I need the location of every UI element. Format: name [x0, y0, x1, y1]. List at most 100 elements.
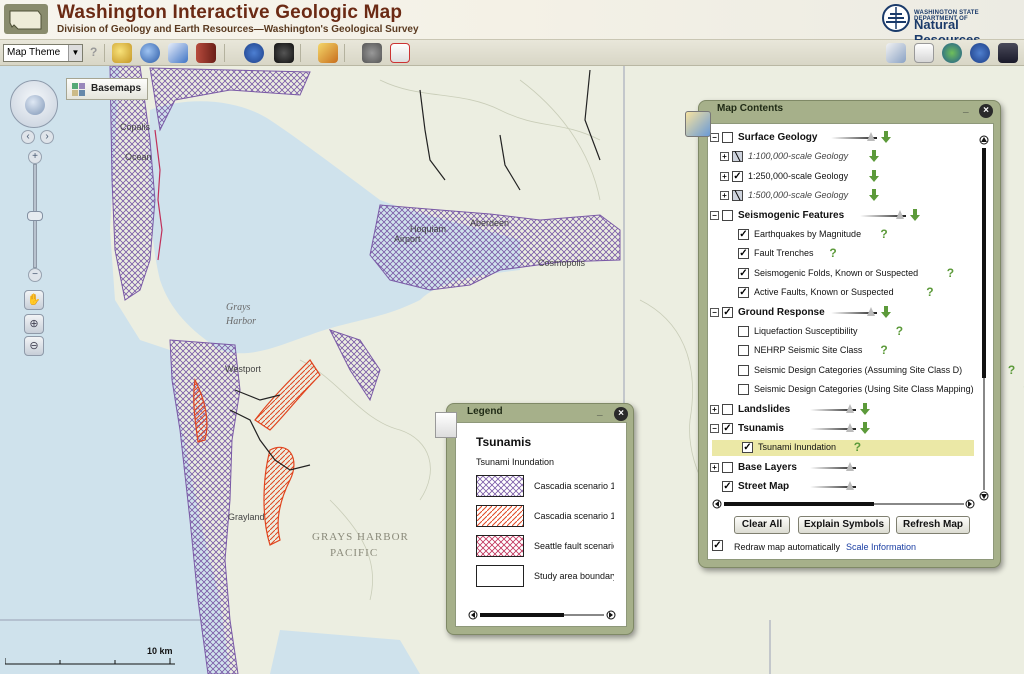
expand-icon[interactable]: +: [720, 152, 729, 162]
globe-icon[interactable]: [942, 43, 962, 63]
layer-row[interactable]: + Base Layers: [708, 460, 974, 476]
slider-handle[interactable]: [866, 132, 875, 141]
layer-checkbox[interactable]: [722, 209, 733, 221]
layer-help-icon[interactable]: ?: [947, 266, 954, 280]
layer-checkbox[interactable]: ✓: [742, 442, 753, 454]
expand-icon[interactable]: +: [710, 462, 719, 472]
identify-info-icon[interactable]: [244, 43, 264, 63]
expand-icon[interactable]: +: [720, 191, 729, 201]
opacity-slider[interactable]: [830, 306, 877, 316]
layer-checkbox[interactable]: ✓: [722, 423, 733, 434]
download-arrow-icon[interactable]: [869, 150, 880, 163]
layer-row[interactable]: ✓ Seismogenic Folds, Known or Suspected?: [708, 266, 974, 282]
slider-handle[interactable]: [846, 423, 854, 432]
layer-row[interactable]: ✓ Fault Trenches?: [708, 246, 974, 262]
layer-row[interactable]: + ✓ 1:250,000-scale Geology: [708, 169, 974, 185]
layer-checkbox[interactable]: [738, 364, 749, 376]
clear-all-button[interactable]: Clear All: [734, 516, 790, 534]
download-arrow-icon[interactable]: [880, 305, 891, 318]
layer-help-icon[interactable]: ?: [896, 324, 903, 338]
layer-help-icon[interactable]: ?: [854, 440, 861, 454]
binoculars-icon[interactable]: [274, 43, 294, 63]
download-arrow-icon[interactable]: [860, 402, 870, 415]
layer-row[interactable]: NEHRP Seismic Site Class?: [708, 343, 974, 359]
globe-search-icon[interactable]: [140, 43, 160, 63]
layer-row[interactable]: − Seismogenic Features: [708, 208, 974, 224]
download-arrow-icon[interactable]: [880, 131, 891, 143]
opacity-slider[interactable]: [810, 423, 856, 432]
book-icon[interactable]: [196, 43, 216, 63]
map-theme-select[interactable]: Map Theme ▼: [3, 44, 83, 62]
layer-row[interactable]: ✓ Tsunami Inundation?: [712, 440, 974, 457]
explain-symbols-button[interactable]: Explain Symbols: [798, 516, 890, 534]
layer-row[interactable]: − Surface Geology: [708, 130, 974, 146]
opacity-slider[interactable]: [810, 461, 856, 471]
layer-help-icon[interactable]: ?: [926, 285, 933, 299]
pan-hand-icon[interactable]: ✋: [24, 290, 44, 310]
slider-handle[interactable]: [866, 306, 875, 316]
opacity-slider[interactable]: [860, 209, 906, 219]
measure-ruler-icon[interactable]: [318, 43, 338, 63]
legend-close-button[interactable]: ×: [614, 407, 628, 421]
layer-checkbox[interactable]: ✓: [722, 306, 733, 318]
map-contents-panel[interactable]: Map Contents _ × − Surface Geology + ╲ 1:100…: [685, 100, 1024, 568]
layer-checkbox[interactable]: ✓: [738, 267, 749, 279]
print-icon[interactable]: [886, 43, 906, 63]
contents-vertical-scrollbar[interactable]: [978, 134, 990, 504]
redraw-checkbox[interactable]: ✓: [712, 540, 723, 551]
layer-checkbox[interactable]: [722, 461, 733, 473]
theme-help-icon[interactable]: ?: [90, 45, 97, 59]
find-place-icon[interactable]: [112, 43, 132, 63]
opacity-slider[interactable]: [810, 403, 856, 413]
layer-checkbox[interactable]: ╲: [732, 151, 743, 163]
layer-row[interactable]: ✓ Street Map: [708, 479, 974, 495]
exit-door-icon[interactable]: [998, 43, 1018, 63]
zoom-box-out-icon[interactable]: ⊖: [24, 336, 44, 356]
scale-information-link[interactable]: Scale Information: [846, 542, 916, 552]
download-arrow-icon[interactable]: [869, 169, 880, 182]
layer-checkbox[interactable]: ╲: [732, 190, 743, 202]
contents-minimize-button[interactable]: _: [963, 103, 969, 114]
collapse-icon[interactable]: −: [710, 307, 719, 317]
expand-icon[interactable]: +: [710, 404, 719, 414]
help-icon[interactable]: [970, 43, 990, 63]
slider-handle[interactable]: [846, 461, 854, 471]
layer-row[interactable]: + ╲ 1:100,000-scale Geology: [708, 149, 974, 165]
contents-close-button[interactable]: ×: [979, 104, 993, 118]
layer-row[interactable]: − ✓ Ground Response: [708, 305, 974, 321]
layer-checkbox[interactable]: ✓: [732, 170, 743, 182]
collapse-icon[interactable]: −: [710, 424, 719, 433]
layer-checkbox[interactable]: ✓: [722, 481, 733, 493]
slider-handle[interactable]: [896, 209, 904, 219]
download-arrow-icon[interactable]: [869, 189, 880, 202]
layer-help-icon[interactable]: ?: [1008, 363, 1015, 377]
layer-help-icon[interactable]: ?: [880, 343, 887, 357]
layer-checkbox[interactable]: [722, 403, 733, 415]
pan-control[interactable]: [10, 80, 58, 128]
legend-horizontal-scrollbar[interactable]: [468, 609, 616, 621]
contents-horizontal-scrollbar[interactable]: [712, 498, 976, 510]
layer-checkbox[interactable]: [738, 345, 749, 357]
pdf-export-icon[interactable]: [390, 43, 410, 63]
layer-row[interactable]: ✓ Active Faults, Known or Suspected?: [708, 285, 974, 301]
legend-panel[interactable]: Legend _ × Tsunamis Tsunami Inundation C…: [435, 403, 634, 635]
layer-checkbox[interactable]: ✓: [738, 287, 749, 299]
zoom-out-icon[interactable]: −: [28, 268, 42, 282]
layer-row[interactable]: + Landslides: [708, 402, 974, 418]
refresh-map-button[interactable]: Refresh Map: [896, 516, 970, 534]
layer-help-icon[interactable]: ?: [880, 227, 887, 241]
bookmark-icon[interactable]: [168, 43, 188, 63]
layer-row[interactable]: − ✓ Tsunamis: [708, 421, 974, 437]
collapse-icon[interactable]: −: [710, 133, 719, 142]
document-icon[interactable]: [914, 43, 934, 63]
legend-minimize-button[interactable]: _: [597, 406, 603, 417]
pan-left-icon[interactable]: ‹: [21, 130, 35, 144]
zoom-in-icon[interactable]: +: [28, 150, 42, 164]
layer-checkbox[interactable]: [738, 326, 749, 337]
camera-icon[interactable]: [362, 43, 382, 63]
layer-row[interactable]: Liquefaction Susceptibility?: [708, 324, 974, 340]
layer-checkbox[interactable]: [738, 384, 749, 396]
slider-handle[interactable]: [846, 403, 854, 413]
layer-help-icon[interactable]: ?: [829, 246, 836, 260]
download-arrow-icon[interactable]: [910, 208, 920, 221]
